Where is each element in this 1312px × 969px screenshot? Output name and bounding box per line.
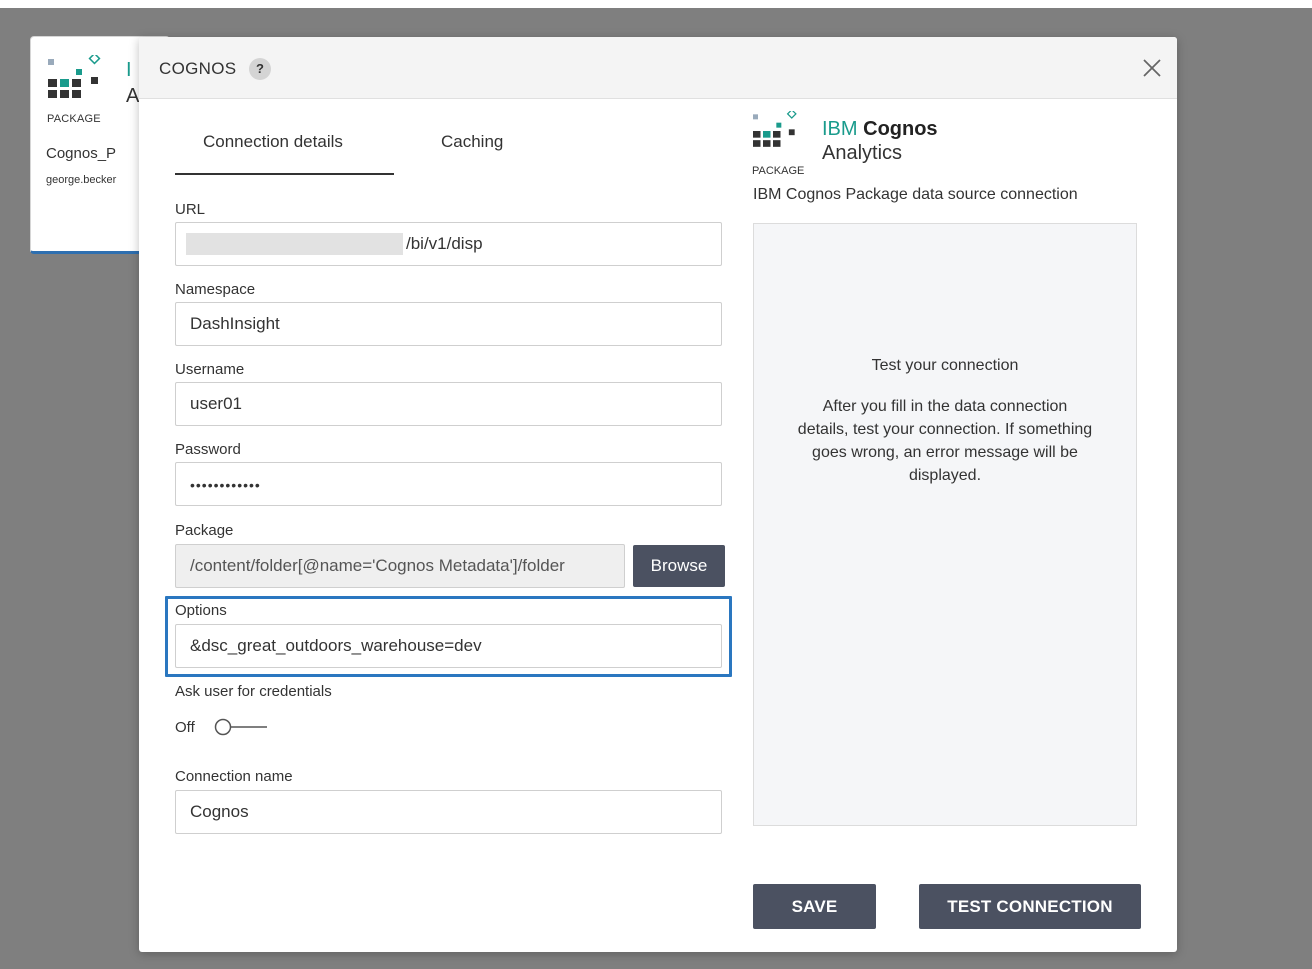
card-title-fragment: I — [126, 59, 132, 81]
package-icon — [48, 55, 101, 98]
package-label: PACKAGE — [47, 113, 101, 125]
close-icon[interactable] — [1140, 56, 1164, 80]
save-button[interactable]: SAVE — [753, 884, 876, 929]
browse-button[interactable]: Browse — [633, 545, 725, 587]
url-label: URL — [175, 201, 206, 218]
tab-connection-details[interactable]: Connection details — [203, 132, 343, 152]
dialog-header: COGNOS ? — [139, 37, 1177, 99]
brand-cognos: Cognos — [863, 118, 938, 140]
card-title-fragment: A — [126, 85, 140, 107]
username-label: Username — [175, 361, 245, 378]
namespace-input[interactable]: DashInsight — [175, 302, 722, 346]
cognos-connection-dialog: COGNOS ? Connection details Caching URL … — [139, 37, 1177, 952]
brand-ibm: IBM — [822, 118, 858, 140]
username-input[interactable]: user01 — [175, 382, 722, 426]
package-label: Package — [175, 522, 234, 539]
dialog-title: COGNOS — [159, 59, 237, 78]
url-value: /bi/v1/disp — [406, 234, 483, 253]
ask-credentials-label: Ask user for credentials — [175, 683, 332, 700]
brand-description: IBM Cognos Package data source connectio… — [753, 186, 1078, 203]
package-input[interactable]: /content/folder[@name='Cognos Metadata']… — [175, 544, 625, 588]
help-icon[interactable]: ? — [249, 58, 271, 80]
cognos-package-icon — [753, 111, 797, 147]
password-label: Password — [175, 441, 241, 458]
test-connection-button[interactable]: TEST CONNECTION — [919, 884, 1141, 929]
test-panel-title: Test your connection — [871, 357, 1019, 374]
ask-credentials-toggle[interactable] — [213, 718, 269, 736]
options-input[interactable]: &dsc_great_outdoors_warehouse=dev — [175, 624, 722, 668]
connection-name-input[interactable]: Cognos — [175, 790, 722, 834]
brand-title: IBM Cognos — [822, 118, 938, 141]
toggle-state-label: Off — [175, 719, 195, 736]
brand-package-label: PACKAGE — [752, 165, 805, 177]
test-panel-message: After you fill in the data connection de… — [797, 398, 1093, 484]
password-input[interactable]: •••••••••••• — [175, 462, 722, 506]
top-strip — [0, 0, 1312, 8]
tab-caching[interactable]: Caching — [441, 132, 503, 152]
connection-name-label: Connection name — [175, 768, 293, 785]
test-connection-panel: Test your connection After you fill in t… — [753, 223, 1137, 826]
card-owner: george.becker — [46, 174, 117, 186]
redacted-host — [186, 233, 403, 255]
card-name: Cognos_P — [46, 145, 117, 162]
brand-analytics: Analytics — [822, 142, 903, 164]
active-tab-indicator — [175, 173, 394, 175]
options-label: Options — [175, 602, 227, 619]
namespace-label: Namespace — [175, 281, 256, 298]
url-input[interactable]: /bi/v1/disp — [175, 222, 722, 266]
